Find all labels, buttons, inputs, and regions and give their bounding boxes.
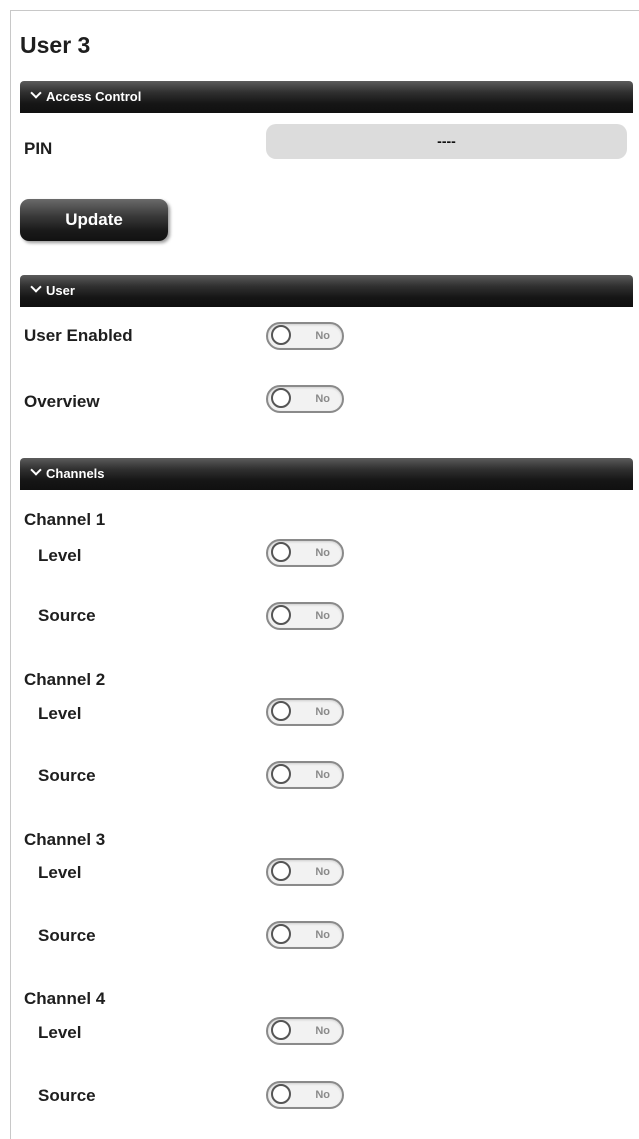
user-enabled-label: User Enabled (24, 326, 133, 345)
channels-header-label: Channels (46, 466, 105, 481)
toggle-knob (271, 388, 291, 408)
channel-3-level-label: Level (38, 863, 82, 882)
toggle-state-label: No (315, 330, 330, 342)
user-enabled-toggle[interactable]: No (266, 322, 344, 350)
channel-2-label: Channel 2 (24, 670, 106, 689)
toggle-state-label: No (315, 547, 330, 559)
channel-4-source-label: Source (38, 1086, 96, 1105)
overview-toggle[interactable]: No (266, 385, 344, 413)
access-control-header-label: Access Control (46, 89, 142, 104)
channel-2-level-toggle[interactable]: No (266, 698, 344, 726)
user-header[interactable]: User (20, 275, 633, 307)
channel-3-label: Channel 3 (24, 830, 106, 849)
toggle-state-label: No (315, 610, 330, 622)
chevron-down-icon (30, 87, 42, 99)
overview-label: Overview (24, 392, 100, 411)
channel-1-source-toggle[interactable]: No (266, 602, 344, 630)
toggle-knob (271, 861, 291, 881)
toggle-knob (271, 1020, 291, 1040)
toggle-knob (271, 764, 291, 784)
toggle-knob (271, 924, 291, 944)
toggle-state-label: No (315, 769, 330, 781)
channel-3-source-label: Source (38, 926, 96, 945)
channel-1-level-label: Level (38, 546, 82, 565)
toggle-knob (271, 605, 291, 625)
channel-4-level-toggle[interactable]: No (266, 1017, 344, 1045)
toggle-state-label: No (315, 866, 330, 878)
toggle-state-label: No (315, 929, 330, 941)
update-button[interactable]: Update (20, 199, 168, 241)
chevron-down-icon (30, 464, 42, 476)
user-header-label: User (46, 283, 75, 298)
channel-1-level-toggle[interactable]: No (266, 539, 344, 567)
toggle-state-label: No (315, 1025, 330, 1037)
toggle-state-label: No (315, 706, 330, 718)
channel-3-source-toggle[interactable]: No (266, 921, 344, 949)
toggle-state-label: No (315, 1089, 330, 1101)
toggle-state-label: No (315, 393, 330, 405)
toggle-knob (271, 1084, 291, 1104)
channel-2-source-label: Source (38, 766, 96, 785)
channel-3-level-toggle[interactable]: No (266, 858, 344, 886)
channel-1-source-label: Source (38, 606, 96, 625)
channel-2-level-label: Level (38, 704, 82, 723)
channel-4-label: Channel 4 (24, 989, 106, 1008)
toggle-knob (271, 325, 291, 345)
pin-field[interactable]: ---- (266, 124, 627, 159)
chevron-down-icon (30, 281, 42, 293)
channel-2-source-toggle[interactable]: No (266, 761, 344, 789)
toggle-knob (271, 701, 291, 721)
channel-4-source-toggle[interactable]: No (266, 1081, 344, 1109)
channel-1-label: Channel 1 (24, 510, 106, 529)
access-control-header[interactable]: Access Control (20, 81, 633, 113)
page-title: User 3 (20, 32, 91, 58)
pin-label: PIN (24, 139, 53, 158)
channel-4-level-label: Level (38, 1023, 82, 1042)
channels-header[interactable]: Channels (20, 458, 633, 490)
panel-frame (10, 10, 639, 1139)
toggle-knob (271, 542, 291, 562)
